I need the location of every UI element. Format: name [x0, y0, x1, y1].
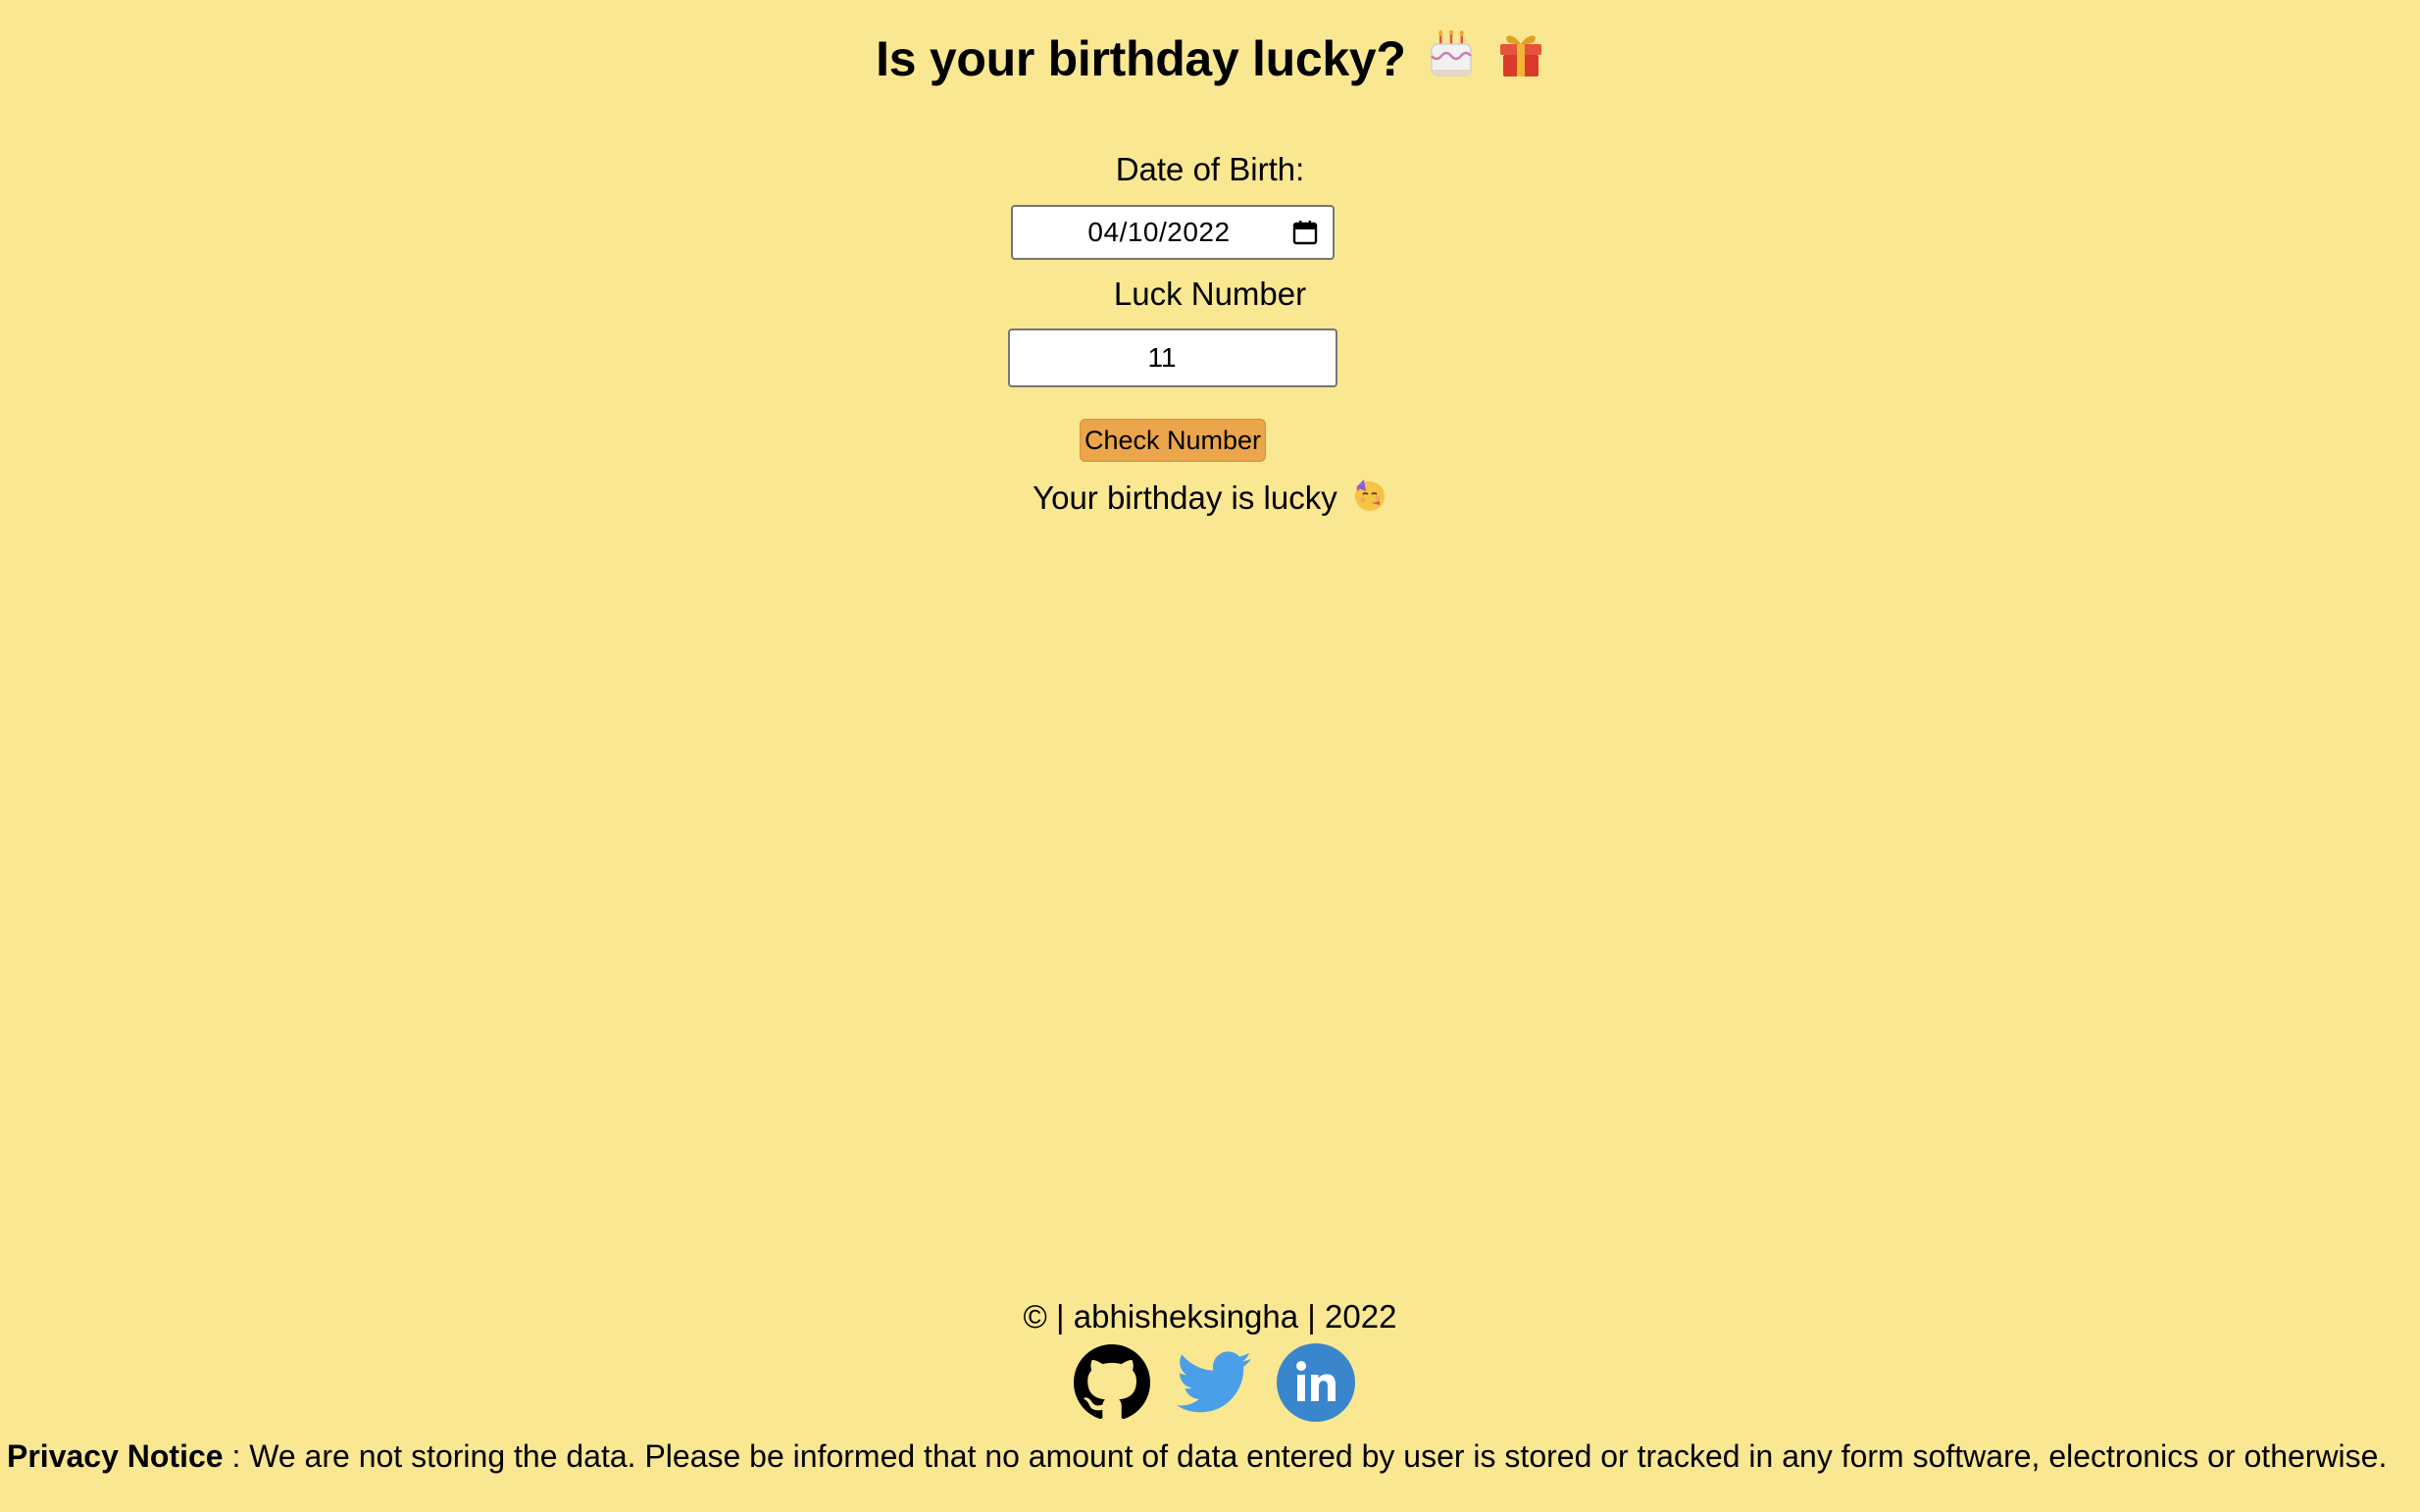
result-text: Your birthday is lucky: [1033, 479, 1337, 516]
privacy-notice-text: : We are not storing the data. Please be…: [223, 1438, 2388, 1474]
page: Is your birthday lucky? Date of Birth: 0…: [0, 0, 2420, 1512]
result-message: Your birthday is lucky: [0, 478, 2420, 523]
privacy-notice: Privacy Notice : We are not storing the …: [7, 1436, 2387, 1477]
dob-label: Date of Birth:: [1115, 151, 1305, 187]
footer-credit: © | abhisheksingha | 2022: [1023, 1298, 1397, 1335]
luck-number-label: Luck Number: [1113, 276, 1307, 312]
calendar-icon[interactable]: [1286, 213, 1325, 252]
partying-face-icon: [1352, 478, 1387, 523]
check-number-button[interactable]: Check Number: [1080, 419, 1266, 462]
page-title-text: Is your birthday lucky?: [876, 31, 1406, 86]
twitter-icon[interactable]: [1174, 1342, 1254, 1423]
date-of-birth-input[interactable]: 04/10/2022: [1011, 205, 1335, 260]
luck-number-value: 11: [1147, 342, 1177, 373]
cake-icon: [1429, 28, 1474, 94]
linkedin-icon[interactable]: [1276, 1342, 1356, 1423]
dob-value: 04/10/2022: [1087, 217, 1231, 247]
github-icon[interactable]: [1072, 1342, 1152, 1423]
privacy-notice-title: Privacy Notice: [7, 1438, 224, 1474]
social-links: [0, 1342, 2420, 1423]
page-title: Is your birthday lucky?: [0, 27, 2420, 94]
luck-number-input[interactable]: 11: [1008, 328, 1337, 387]
gift-icon: [1497, 30, 1544, 94]
